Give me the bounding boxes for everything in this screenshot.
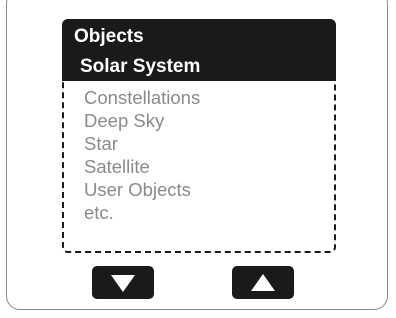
scroll-down-button[interactable] bbox=[92, 266, 154, 299]
scroll-up-button[interactable] bbox=[232, 266, 294, 299]
menu-item[interactable]: etc. bbox=[84, 201, 200, 224]
menu-item[interactable]: User Objects bbox=[84, 178, 200, 201]
menu-item-selected[interactable]: Solar System bbox=[80, 56, 200, 78]
arrow-down-icon bbox=[111, 274, 135, 292]
menu-item[interactable]: Star bbox=[84, 132, 200, 155]
menu-title: Objects bbox=[74, 26, 144, 47]
menu-item[interactable]: Satellite bbox=[84, 155, 200, 178]
menu-item[interactable]: Deep Sky bbox=[84, 109, 200, 132]
menu-item-list: Constellations Deep Sky Star Satellite U… bbox=[84, 86, 200, 224]
arrow-up-icon bbox=[251, 273, 275, 291]
menu-item[interactable]: Constellations bbox=[84, 86, 200, 109]
